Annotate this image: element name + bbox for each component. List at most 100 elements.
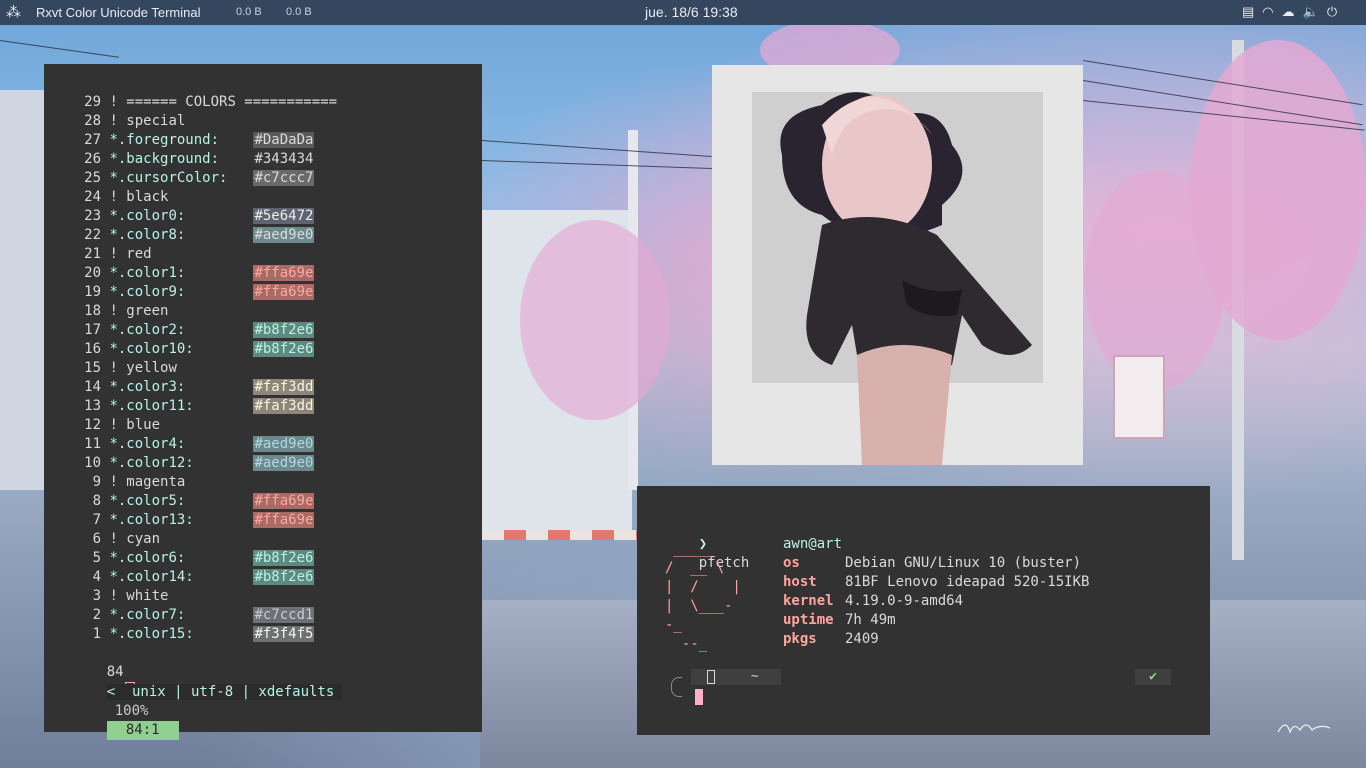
editor-line[interactable]: 13 *.color11: #faf3dd <box>73 397 315 416</box>
line-number: 10 <box>84 455 101 471</box>
editor-terminal-window[interactable]: 29 ! ====== COLORS =========== 28 ! speci… <box>44 64 482 740</box>
fetch-field: host 81BF Lenovo ideapad 520-15IKB <box>783 573 1089 592</box>
editor-line[interactable]: 29 ! ====== COLORS =========== <box>73 93 337 112</box>
clock[interactable]: jue. 18/6 19:38 <box>645 4 738 20</box>
fetch-field-label: uptime <box>783 612 834 628</box>
editor-line[interactable]: 20 *.color1: #ffa69e <box>73 264 315 283</box>
editor-line[interactable]: 7 *.color13: #ffa69e <box>73 511 315 530</box>
line-number: 3 <box>92 588 101 604</box>
wallpaper-building <box>0 90 44 490</box>
fetch-terminal-window[interactable]: ❯ pfetch _____ / __ \ | / | | \___- -_ --_ a… <box>637 486 1210 735</box>
fetch-field-label: host <box>783 574 817 590</box>
line-number: 8 <box>92 493 101 509</box>
prompt-segment-icon <box>707 670 715 684</box>
editor-line[interactable]: 19 *.color9: #ffa69e <box>73 283 315 302</box>
fetch-field: kernel 4.19.0-9-amd64 <box>783 592 963 611</box>
editor-line[interactable]: 6 ! cyan <box>73 530 160 549</box>
logo-line: | / | <box>665 579 741 595</box>
line-number: 14 <box>84 379 101 395</box>
resource-key: *.color12: <box>109 455 194 471</box>
editor-line[interactable]: 17 *.color2: #b8f2e6 <box>73 321 315 340</box>
editor-line[interactable]: 3 ! white <box>73 587 169 606</box>
next-prompt[interactable]: ~ ✔ <box>671 669 1178 705</box>
cloud-icon[interactable]: ☁ <box>1282 4 1295 20</box>
editor-line[interactable]: 12 ! blue <box>73 416 160 435</box>
editor-line[interactable]: 18 ! green <box>73 302 168 321</box>
wallpaper-wire <box>481 140 712 158</box>
resource-key: *.color4: <box>109 436 186 452</box>
color-value-swatch: #b8f2e6 <box>253 341 315 357</box>
editor-line[interactable]: 9 ! magenta <box>73 473 186 492</box>
resource-key: *.color8: <box>109 227 186 243</box>
editor-line[interactable]: 1 *.color15: #f3f4f5 <box>73 625 315 644</box>
clipboard-icon[interactable]: ▤ <box>1242 4 1254 20</box>
editor-line[interactable]: 5 *.color6: #b8f2e6 <box>73 549 315 568</box>
line-number: 2 <box>92 607 101 623</box>
color-value-swatch: #b8f2e6 <box>253 569 315 585</box>
image-viewer-window[interactable] <box>712 65 1083 465</box>
comment-text: ! white <box>109 588 169 604</box>
logo-line: _____ <box>665 541 716 557</box>
editor-line[interactable]: 8 *.color5: #ffa69e <box>73 492 315 511</box>
line-number: 11 <box>84 436 101 452</box>
editor-line[interactable]: 10 *.color12: #aed9e0 <box>73 454 315 473</box>
editor-line[interactable]: 16 *.color10: #b8f2e6 <box>73 340 315 359</box>
statusline-position: 84:1 <box>106 721 179 740</box>
prompt-status-ok: ✔ <box>1135 669 1171 685</box>
color-value-swatch: #aed9e0 <box>253 436 315 452</box>
current-line[interactable]: 84 <box>73 644 135 700</box>
line-number: 12 <box>84 417 101 433</box>
editor-line[interactable]: 24 ! black <box>73 188 168 207</box>
editor-line[interactable]: 28 ! special <box>73 112 185 131</box>
color-value-swatch: #ffa69e <box>253 284 315 300</box>
color-value-swatch: #b8f2e6 <box>253 322 315 338</box>
editor-line[interactable]: 26 *.background: #343434 <box>73 150 315 169</box>
color-value-swatch: #aed9e0 <box>253 227 315 243</box>
color-value-swatch: #ffa69e <box>253 512 315 528</box>
comment-text: ! blue <box>109 417 161 433</box>
editor-line[interactable]: 14 *.color3: #faf3dd <box>73 378 315 397</box>
logo-line: --_ <box>665 636 708 652</box>
editor-line[interactable]: 27 *.foreground: #DaDaDa <box>73 131 315 150</box>
line-number: 4 <box>92 569 101 585</box>
line-number: 9 <box>92 474 101 490</box>
resource-key: *.color0: <box>109 208 186 224</box>
editor-line[interactable]: 22 *.color8: #aed9e0 <box>73 226 315 245</box>
line-number: 1 <box>92 626 101 642</box>
editor-line[interactable]: 23 *.color0: #5e6472 <box>73 207 315 226</box>
wallpaper-blossom <box>520 220 670 420</box>
comment-text: ! green <box>109 303 169 319</box>
app-title[interactable]: Rxvt Color Unicode Terminal <box>36 5 201 20</box>
power-icon[interactable]: ⏻ <box>1327 4 1337 20</box>
fetch-field-value: 2409 <box>845 631 879 647</box>
top-panel: ⁂ Rxvt Color Unicode Terminal 0.0 B 0.0 … <box>0 0 1366 25</box>
editor-line[interactable]: 4 *.color14: #b8f2e6 <box>73 568 315 587</box>
line-number: 15 <box>84 360 101 376</box>
fetch-field-label: kernel <box>783 593 834 609</box>
comment-text: ! ====== COLORS =========== <box>109 94 338 110</box>
statusline-percent: 100% <box>114 703 149 719</box>
line-number: 21 <box>84 246 101 262</box>
fetch-field-value: Debian GNU/Linux 10 (buster) <box>845 555 1082 571</box>
editor-line[interactable]: 11 *.color4: #aed9e0 <box>73 435 315 454</box>
editor-line[interactable]: 21 ! red <box>73 245 151 264</box>
wifi-icon[interactable]: ◠ <box>1262 4 1273 20</box>
net-upload: 0.0 B <box>286 6 312 18</box>
wallpaper-barrier <box>482 530 637 540</box>
editor-line[interactable]: 2 *.color7: #c7ccd1 <box>73 606 315 625</box>
editor-line[interactable]: 25 *.cursorColor: #c7ccc7 <box>73 169 315 188</box>
resource-key: *.color2: <box>109 322 186 338</box>
activities-icon[interactable]: ⁂ <box>6 3 21 21</box>
line-number: 29 <box>84 94 101 110</box>
vim-statusline: < unix | utf-8 | xdefaults 100% 84:1 <box>73 664 453 740</box>
line-number: 24 <box>84 189 101 205</box>
fetch-field-value: 4.19.0-9-amd64 <box>845 593 964 609</box>
editor-line[interactable]: 15 ! yellow <box>73 359 177 378</box>
fetch-field-label: os <box>783 555 800 571</box>
volume-icon[interactable]: 🔈 <box>1303 4 1319 20</box>
color-value-swatch: #c7ccd1 <box>253 607 315 623</box>
line-number: 17 <box>84 322 101 338</box>
artwork-image <box>780 92 1032 465</box>
logo-line: / __ \ <box>665 560 725 576</box>
color-value-swatch: #c7ccc7 <box>253 170 315 186</box>
